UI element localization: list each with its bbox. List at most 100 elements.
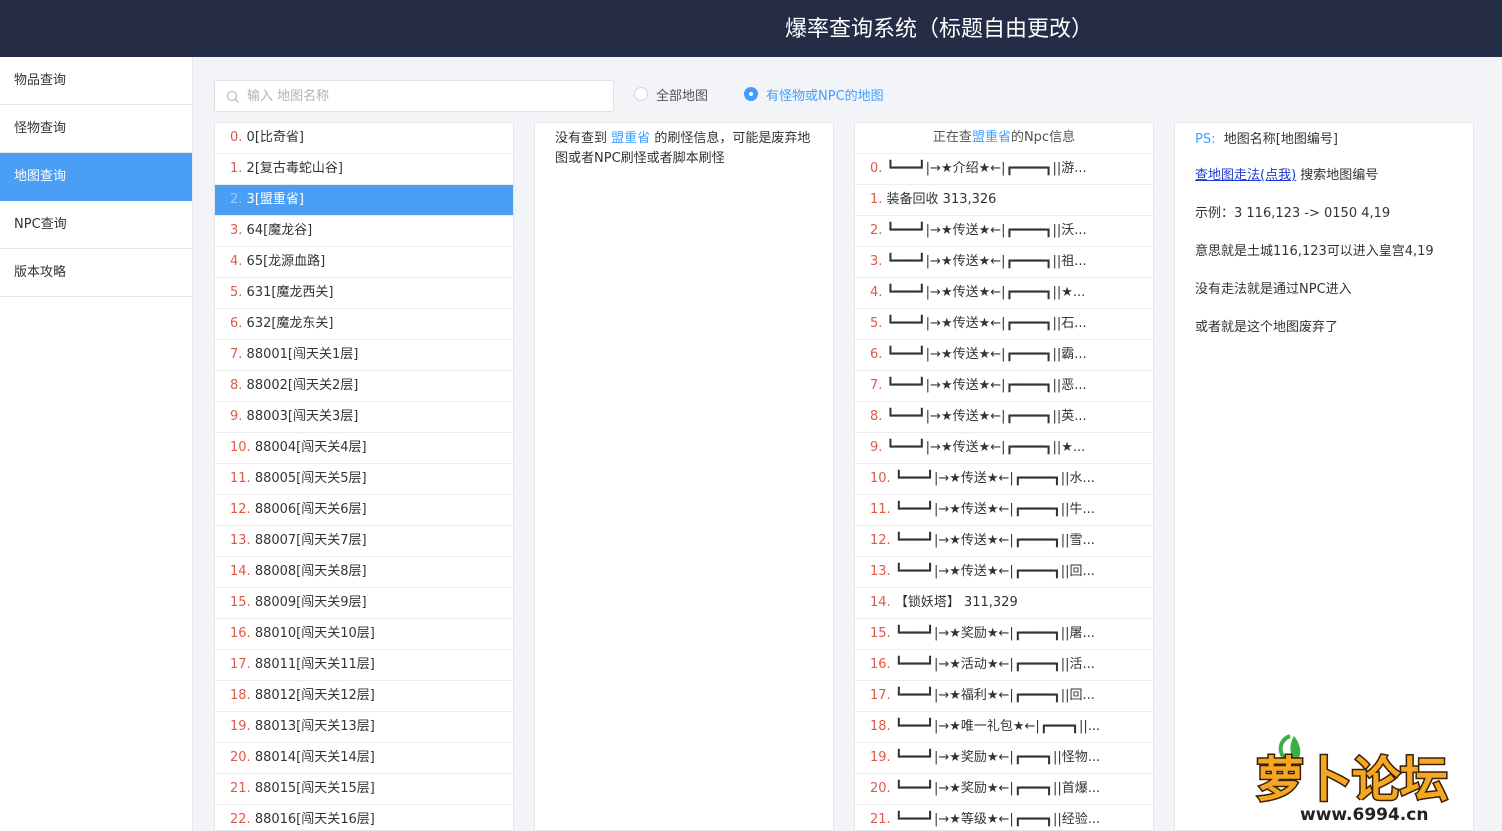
map-list-index: 10. (230, 440, 251, 455)
map-list-item[interactable]: 6. 632[魔龙东关] (215, 309, 513, 340)
radio-dot[interactable] (634, 87, 648, 101)
map-list-item[interactable]: 22. 88016[闯天关16层] (215, 805, 513, 830)
map-list-index: 3. (230, 223, 243, 238)
sidebar-item-monster-query[interactable]: 怪物查询 (0, 105, 192, 153)
npc-list-label: 【锁妖塔】 311,329 (894, 595, 1018, 610)
npc-list-label: ┗━━━┛|→★传送★←|┏━━━━┓||回... (894, 564, 1095, 579)
npc-list-label: ┗━━━┛|→★唯一礼包★←|┏━━━┓||... (894, 719, 1101, 734)
npc-info-panel: 正在查盟重省的Npc信息 0. ┗━━━┛|→★介绍★←|┏━━━━┓||游..… (854, 122, 1154, 831)
map-list-label: 64[魔龙谷] (246, 223, 313, 238)
map-list-item[interactable]: 4. 65[龙源血路] (215, 247, 513, 278)
radio-dot-checked[interactable] (744, 87, 758, 101)
sidebar-item-npc-query[interactable]: NPC查询 (0, 201, 192, 249)
map-list-index: 8. (230, 378, 243, 393)
npc-list-item[interactable]: 10. ┗━━━┛|→★传送★←|┏━━━━┓||水... (855, 464, 1153, 495)
npc-list-item[interactable]: 6. ┗━━━┛|→★传送★←|┏━━━━┓||霸... (855, 340, 1153, 371)
npc-list-item[interactable]: 8. ┗━━━┛|→★传送★←|┏━━━━┓||英... (855, 402, 1153, 433)
npc-list-item[interactable]: 5. ┗━━━┛|→★传送★←|┏━━━━┓||石... (855, 309, 1153, 340)
map-list-item[interactable]: 2. 3[盟重省] (215, 185, 513, 216)
npc-list-index: 6. (870, 347, 883, 362)
npc-list-index: 4. (870, 285, 883, 300)
sidebar-item-item-query[interactable]: 物品查询 (0, 57, 192, 105)
map-list-index: 17. (230, 657, 251, 672)
map-list-item[interactable]: 9. 88003[闯天关3层] (215, 402, 513, 433)
npc-list-item[interactable]: 14. 【锁妖塔】 311,329 (855, 588, 1153, 619)
map-list-item[interactable]: 21. 88015[闯天关15层] (215, 774, 513, 805)
map-search-input[interactable] (247, 81, 607, 111)
top-header: 爆率查询系统（标题自由更改） (0, 0, 1502, 57)
map-list-index: 0. (230, 130, 243, 145)
npc-panel-header: 正在查盟重省的Npc信息 (855, 123, 1153, 154)
npc-list-item[interactable]: 15. ┗━━━┛|→★奖励★←|┏━━━━┓||屠... (855, 619, 1153, 650)
npc-list-item[interactable]: 4. ┗━━━┛|→★传送★←|┏━━━━┓||★... (855, 278, 1153, 309)
npc-list-item[interactable]: 1. 装备回收 313,326 (855, 185, 1153, 216)
logo-text: 萝卜论坛 (1256, 752, 1448, 808)
ps-no-route: 没有走法就是通过NPC进入 (1195, 282, 1352, 297)
sidebar-item-version-guide[interactable]: 版本攻略 (0, 249, 192, 297)
npc-list-item[interactable]: 16. ┗━━━┛|→★活动★←|┏━━━━┓||活... (855, 650, 1153, 681)
npc-list: 0. ┗━━━┛|→★介绍★←|┏━━━━┓||游... 1. 装备回收 313,… (855, 154, 1153, 830)
map-list-label: 88008[闯天关8层] (254, 564, 367, 579)
npc-list-item[interactable]: 17. ┗━━━┛|→★福利★←|┏━━━━┓||回... (855, 681, 1153, 712)
map-list-label: 88011[闯天关11层] (254, 657, 375, 672)
npc-list-item[interactable]: 11. ┗━━━┛|→★传送★←|┏━━━━┓||牛... (855, 495, 1153, 526)
npc-list-item[interactable]: 21. ┗━━━┛|→★等级★←|┏━━━┓||经验... (855, 805, 1153, 830)
npc-list-index: 11. (870, 502, 891, 517)
map-list-item[interactable]: 18. 88012[闯天关12层] (215, 681, 513, 712)
map-list-item[interactable]: 12. 88006[闯天关6层] (215, 495, 513, 526)
map-list-item[interactable]: 1. 2[复古毒蛇山谷] (215, 154, 513, 185)
npc-list-item[interactable]: 7. ┗━━━┛|→★传送★←|┏━━━━┓||恶... (855, 371, 1153, 402)
ps-abandoned: 或者就是这个地图废弃了 (1195, 320, 1339, 335)
npc-list-index: 18. (870, 719, 891, 734)
npc-list-item[interactable]: 20. ┗━━━┛|→★奖励★←|┏━━━┓||首爆... (855, 774, 1153, 805)
map-list-item[interactable]: 0. 0[比奇省] (215, 123, 513, 154)
npc-list-label: ┗━━━┛|→★传送★←|┏━━━━┓||英... (886, 409, 1087, 424)
sidebar-item-map-query[interactable]: 地图查询 (0, 153, 192, 201)
map-list-index: 11. (230, 471, 251, 486)
map-list-index: 14. (230, 564, 251, 579)
npc-list-label: ┗━━━┛|→★介绍★←|┏━━━━┓||游... (886, 161, 1087, 176)
map-list-item[interactable]: 7. 88001[闯天关1层] (215, 340, 513, 371)
map-list-item[interactable]: 14. 88008[闯天关8层] (215, 557, 513, 588)
map-list-index: 1. (230, 161, 243, 176)
map-list-item[interactable]: 10. 88004[闯天关4层] (215, 433, 513, 464)
npc-list-item[interactable]: 2. ┗━━━┛|→★传送★←|┏━━━━┓||沃... (855, 216, 1153, 247)
map-list: 0. 0[比奇省] 1. 2[复古毒蛇山谷] 2. 3[盟重省] 3. 64[魔龙谷]… (215, 123, 513, 830)
npc-list-index: 0. (870, 161, 883, 176)
refresh-info-panel: 没有查到 盟重省 的刷怪信息，可能是废弃地图或者NPC刷怪或者脚本刷怪 (534, 122, 834, 831)
npc-list-item[interactable]: 0. ┗━━━┛|→★介绍★←|┏━━━━┓||游... (855, 154, 1153, 185)
npc-list-index: 2. (870, 223, 883, 238)
refresh-info-map-name: 盟重省 (611, 131, 651, 146)
map-list-item[interactable]: 19. 88013[闯天关13层] (215, 712, 513, 743)
map-list-item[interactable]: 16. 88010[闯天关10层] (215, 619, 513, 650)
npc-list-item[interactable]: 18. ┗━━━┛|→★唯一礼包★←|┏━━━┓||... (855, 712, 1153, 743)
map-list-item[interactable]: 13. 88007[闯天关7层] (215, 526, 513, 557)
map-list-label: 88007[闯天关7层] (254, 533, 367, 548)
npc-list-item[interactable]: 9. ┗━━━┛|→★传送★←|┏━━━━┓||★... (855, 433, 1153, 464)
npc-list-item[interactable]: 13. ┗━━━┛|→★传送★←|┏━━━━┓||回... (855, 557, 1153, 588)
map-list-label: 88014[闯天关14层] (254, 750, 375, 765)
npc-list-label: ┗━━━┛|→★奖励★←|┏━━━━┓||屠... (894, 626, 1095, 641)
map-list-label: 65[龙源血路] (246, 254, 326, 269)
map-route-link[interactable]: 查地图走法(点我) (1195, 168, 1296, 183)
map-list-item[interactable]: 11. 88005[闯天关5层] (215, 464, 513, 495)
map-list-item[interactable]: 8. 88002[闯天关2层] (215, 371, 513, 402)
map-list-item[interactable]: 17. 88011[闯天关11层] (215, 650, 513, 681)
map-list-item[interactable]: 5. 631[魔龙西关] (215, 278, 513, 309)
ps-link-suffix: 搜索地图编号 (1300, 168, 1379, 183)
map-list-item[interactable]: 15. 88009[闯天关9层] (215, 588, 513, 619)
filter-monster-maps-radio[interactable]: 有怪物或NPC的地图 (744, 84, 884, 104)
ps-link-line: 查地图走法(点我) 搜索地图编号 (1175, 161, 1473, 199)
npc-list-index: 3. (870, 254, 883, 269)
npc-list-index: 19. (870, 750, 891, 765)
map-list-item[interactable]: 3. 64[魔龙谷] (215, 216, 513, 247)
filter-all-maps-radio[interactable]: 全部地图 (634, 84, 708, 104)
npc-list-label: ┗━━━┛|→★传送★←|┏━━━━┓||★... (886, 285, 1086, 300)
map-list-label: 88004[闯天关4层] (254, 440, 367, 455)
npc-list-item[interactable]: 3. ┗━━━┛|→★传送★←|┏━━━━┓||祖... (855, 247, 1153, 278)
map-list-item[interactable]: 20. 88014[闯天关14层] (215, 743, 513, 774)
npc-list-item[interactable]: 19. ┗━━━┛|→★奖励★←|┏━━━┓||怪物... (855, 743, 1153, 774)
map-list-label: 88002[闯天关2层] (246, 378, 359, 393)
map-list-index: 19. (230, 719, 251, 734)
npc-list-item[interactable]: 12. ┗━━━┛|→★传送★←|┏━━━━┓||雪... (855, 526, 1153, 557)
